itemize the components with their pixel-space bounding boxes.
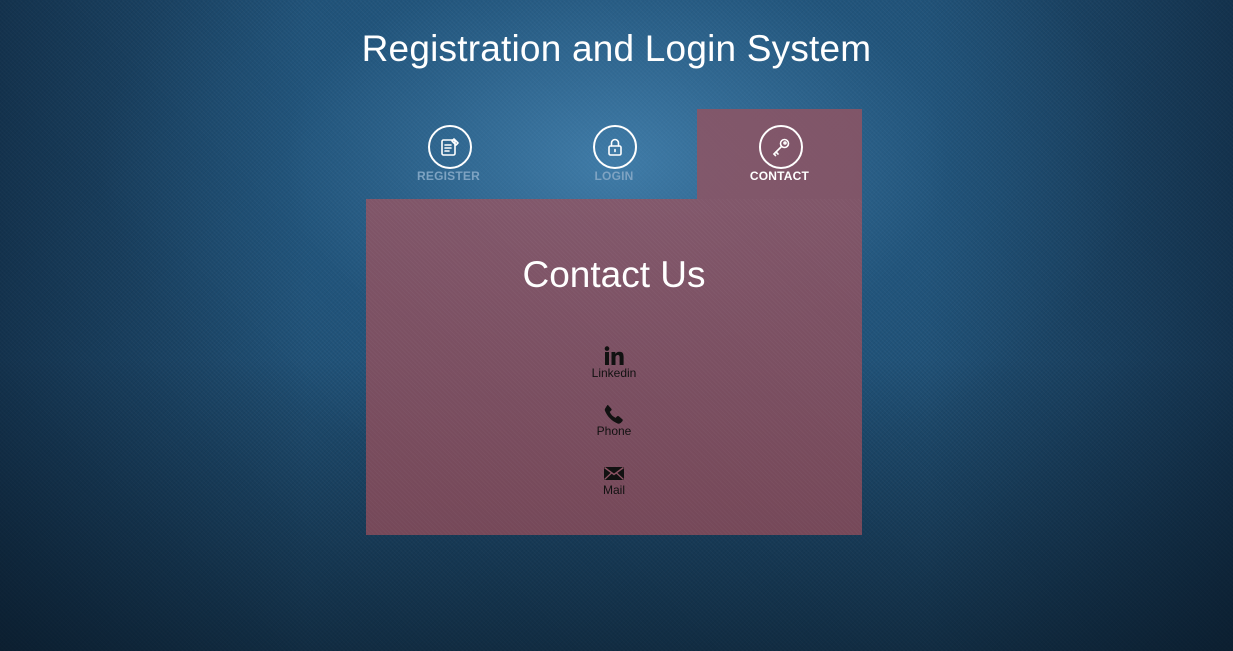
- register-form-icon: [427, 125, 472, 169]
- key-icon: [758, 125, 803, 169]
- mail-link[interactable]: Mail: [564, 463, 664, 505]
- tab-contact-label: CONTACT: [749, 169, 810, 183]
- panel-title: Contact Us: [522, 254, 706, 295]
- mail-label: Mail: [602, 483, 625, 497]
- tab-register-label: REGISTER: [417, 169, 480, 183]
- linkedin-icon: [564, 346, 664, 366]
- padlock-icon: [593, 125, 637, 169]
- tab-login[interactable]: LOGIN: [531, 109, 697, 199]
- phone-link[interactable]: Phone: [564, 404, 664, 446]
- linkedin-label: Linkedin: [591, 366, 637, 380]
- phone-icon: [564, 404, 664, 424]
- tab-register[interactable]: REGISTER: [366, 109, 531, 199]
- mail-icon: [564, 463, 664, 483]
- tab-bar: REGISTER LOGIN CONTACT: [366, 109, 862, 199]
- phone-label: Phone: [596, 424, 632, 438]
- tab-contact[interactable]: CONTACT: [697, 109, 862, 199]
- page-title: Registration and Login System: [361, 28, 872, 69]
- contact-panel: Contact Us Linkedin Phone Mail: [366, 199, 862, 535]
- tab-login-label: LOGIN: [594, 169, 634, 183]
- linkedin-link[interactable]: Linkedin: [564, 346, 664, 388]
